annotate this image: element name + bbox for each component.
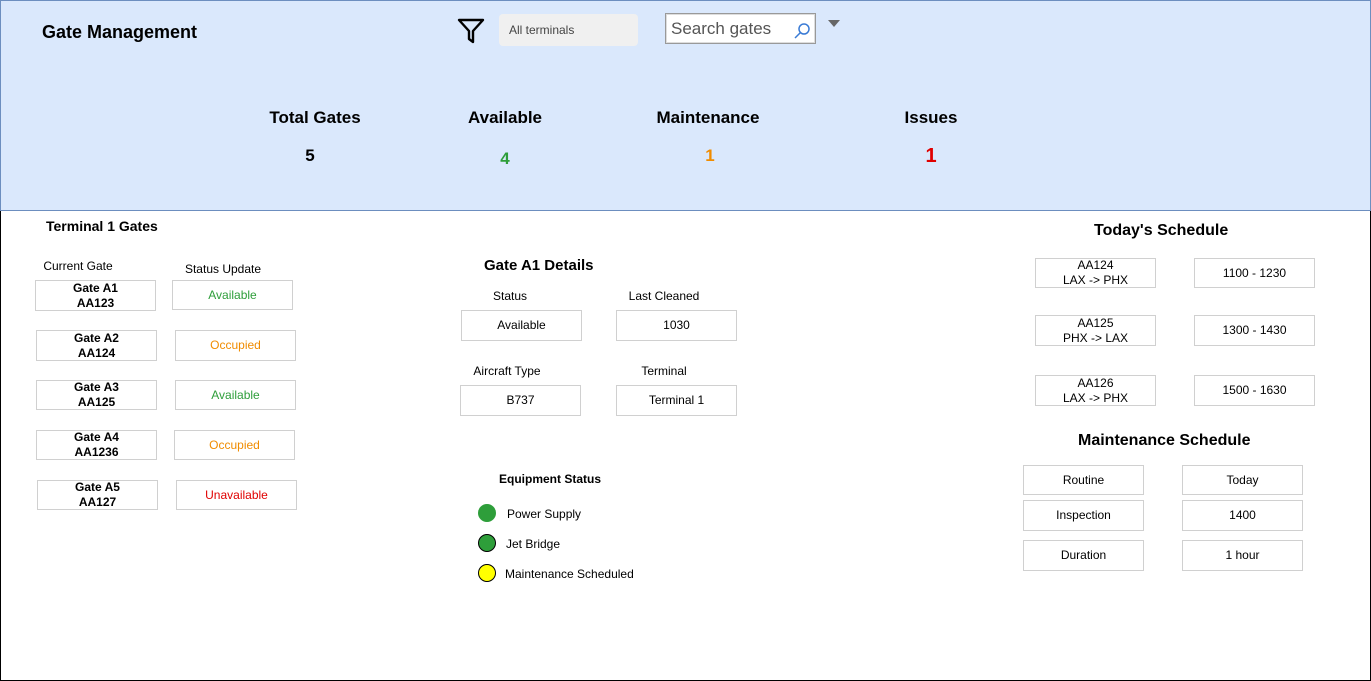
schedule-time-1: 1100 - 1230: [1194, 258, 1315, 288]
maintenance-schedule-title: Maintenance Schedule: [1078, 432, 1251, 449]
stat-total-value: 5: [305, 146, 315, 165]
page-title: Gate Management: [42, 22, 198, 42]
stat-issues-label: Issues: [904, 108, 958, 127]
stat-total-label: Total Gates: [269, 108, 361, 127]
gate-status-a2[interactable]: Occupied: [175, 330, 296, 361]
gate-details-title: Gate A1 Details: [484, 257, 594, 274]
filter-icon[interactable]: [457, 17, 485, 45]
search-input[interactable]: Search gates: [665, 13, 816, 44]
gate-flight: AA124: [77, 345, 116, 360]
equipment-maintenance: Maintenance Scheduled: [505, 567, 634, 581]
stat-available-value: 4: [500, 149, 510, 168]
flight-number: AA125: [1077, 315, 1114, 330]
aircraft-type-value: B737: [460, 385, 581, 416]
stat-issues-value: 1: [925, 145, 937, 167]
gate-card-a5[interactable]: Gate A5 AA127: [37, 480, 158, 510]
maintenance-label-routine: Routine: [1023, 465, 1144, 495]
gate-card-a4[interactable]: Gate A4 AA1236: [36, 430, 157, 460]
gate-card-a1[interactable]: Gate A1 AA123: [35, 280, 156, 311]
chevron-down-icon[interactable]: [828, 20, 840, 27]
schedule-flight-1[interactable]: AA124 LAX -> PHX: [1035, 258, 1156, 288]
gate-flight: AA125: [77, 395, 116, 409]
gate-status-a1[interactable]: Available: [172, 280, 293, 310]
gate-status-a5[interactable]: Unavailable: [176, 480, 297, 510]
gate-status-a4[interactable]: Occupied: [174, 430, 295, 460]
last-cleaned-value: 1030: [616, 310, 737, 341]
gate-flight: AA1236: [74, 445, 119, 459]
todays-schedule-title: Today's Schedule: [1094, 222, 1229, 239]
stat-available-label: Available: [467, 108, 543, 127]
terminal-label: Terminal: [641, 364, 687, 378]
flight-number: AA126: [1077, 375, 1114, 390]
maintenance-status-icon: [478, 564, 496, 582]
gate-status-a3[interactable]: Available: [175, 380, 296, 410]
maintenance-value-routine: Today: [1182, 465, 1303, 495]
last-cleaned-label: Last Cleaned: [628, 289, 700, 303]
flight-route: LAX -> PHX: [1062, 390, 1129, 405]
terminal-select[interactable]: All terminals: [499, 14, 638, 46]
schedule-flight-2[interactable]: AA125 PHX -> LAX: [1035, 315, 1156, 346]
gate-flight: AA127: [78, 495, 117, 509]
flight-route: LAX -> PHX: [1062, 273, 1129, 287]
flight-number: AA124: [1077, 258, 1114, 272]
gate-name: Gate A5: [75, 480, 120, 494]
maintenance-label-duration: Duration: [1023, 540, 1144, 571]
jet-bridge-status-icon: [478, 534, 496, 552]
equipment-status-title: Equipment Status: [499, 472, 602, 486]
terminal-value: Terminal 1: [616, 385, 737, 416]
schedule-flight-3[interactable]: AA126 LAX -> PHX: [1035, 375, 1156, 406]
gate-name: Gate A2: [74, 330, 119, 345]
schedule-time-2: 1300 - 1430: [1194, 315, 1315, 346]
gate-flight: AA123: [76, 295, 115, 310]
flight-route: PHX -> LAX: [1062, 330, 1129, 345]
col-current-gate: Current Gate: [43, 259, 113, 273]
terminal-gates-title: Terminal 1 Gates: [46, 218, 158, 234]
maintenance-value-duration: 1 hour: [1182, 540, 1303, 571]
aircraft-type-label: Aircraft Type: [473, 364, 541, 378]
gate-name: Gate A4: [74, 430, 119, 444]
gate-name: Gate A3: [74, 380, 119, 394]
gate-name: Gate A1: [73, 280, 118, 295]
status-value: Available: [461, 310, 582, 341]
status-label: Status: [492, 289, 528, 303]
gate-card-a2[interactable]: Gate A2 AA124: [36, 330, 157, 361]
maintenance-value-inspection: 1400: [1182, 500, 1303, 531]
search-icon[interactable]: [793, 20, 811, 39]
power-supply-status-icon: [478, 504, 496, 522]
equipment-power-supply: Power Supply: [507, 507, 582, 521]
col-status-update: Status Update: [184, 262, 262, 276]
maintenance-label-inspection: Inspection: [1023, 500, 1144, 531]
equipment-jet-bridge: Jet Bridge: [506, 537, 561, 551]
schedule-time-3: 1500 - 1630: [1194, 375, 1315, 406]
stat-maintenance-label: Maintenance: [656, 108, 760, 127]
stat-maintenance-value: 1: [705, 146, 715, 165]
gate-card-a3[interactable]: Gate A3 AA125: [36, 380, 157, 410]
search-placeholder: Search gates: [671, 19, 772, 38]
